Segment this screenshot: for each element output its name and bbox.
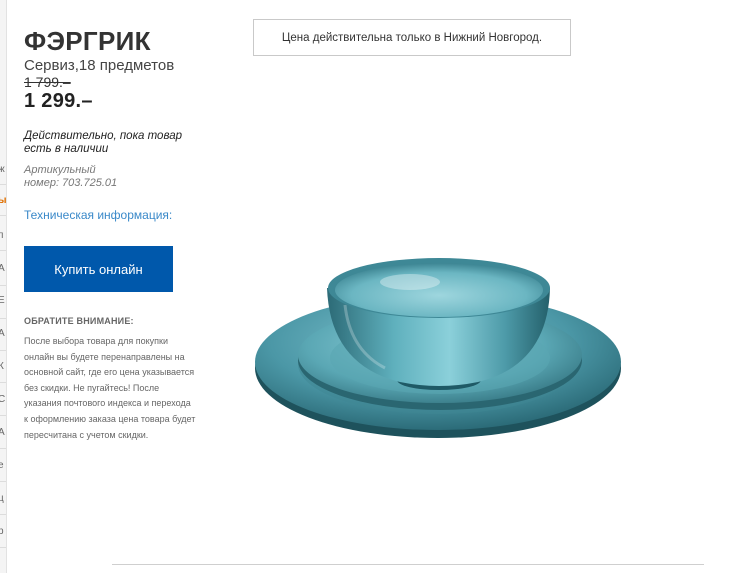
- sidebar-divider: [0, 514, 6, 515]
- product-info-panel: ФЭРГРИК Сервиз,18 предметов 1 799.– 1 29…: [24, 26, 204, 443]
- notice-title: ОБРАТИТЕ ВНИМАНИЕ:: [24, 316, 134, 326]
- sidebar-divider: [0, 285, 6, 286]
- article-label: Артикульный: [24, 164, 96, 176]
- sidebar-item[interactable]: п: [0, 231, 3, 241]
- technical-info-link[interactable]: Техническая информация:: [24, 208, 172, 222]
- sidebar-divider: [0, 215, 6, 216]
- notice-body: После выбора товара для покупки онлайн в…: [24, 336, 196, 440]
- sidebar-divider: [0, 448, 6, 449]
- article-value: номер: 703.725.01: [24, 177, 118, 189]
- sidebar-item[interactable]: А: [0, 428, 5, 438]
- section-divider: [112, 564, 704, 565]
- sidebar-item[interactable]: Е: [0, 296, 5, 306]
- sidebar-divider: [0, 184, 6, 185]
- sidebar-item[interactable]: А: [0, 329, 5, 339]
- sidebar-edge: ж ы п А Е А К С А е ц р: [0, 0, 7, 573]
- sidebar-divider: [0, 481, 6, 482]
- article-number: Артикульный номер: 703.725.01: [24, 164, 204, 190]
- sidebar-divider: [0, 250, 6, 251]
- sidebar-item[interactable]: е: [0, 461, 4, 471]
- sidebar-item-active[interactable]: ы: [0, 196, 7, 206]
- sidebar-item[interactable]: ж: [0, 165, 5, 175]
- product-type: Сервиз,18 предметов: [24, 57, 175, 74]
- sidebar-item[interactable]: С: [0, 395, 5, 405]
- sidebar-divider: [0, 350, 6, 351]
- sidebar-item[interactable]: ц: [0, 494, 4, 504]
- availability-note: Действительно, пока товар есть в наличии: [24, 130, 182, 155]
- sidebar-item[interactable]: К: [0, 362, 4, 372]
- sidebar-divider: [0, 547, 6, 548]
- buy-online-button[interactable]: Купить онлайн: [24, 246, 173, 292]
- sidebar-divider: [0, 415, 6, 416]
- price-region-note: Цена действительна только в Нижний Новго…: [253, 19, 571, 56]
- new-price: 1 299.–: [24, 90, 93, 112]
- product-image[interactable]: [250, 240, 640, 460]
- sidebar-divider: [0, 382, 6, 383]
- product-name: ФЭРГРИК: [24, 26, 151, 56]
- sidebar-divider: [0, 318, 6, 319]
- sidebar-item[interactable]: А: [0, 264, 5, 274]
- sidebar-item[interactable]: р: [0, 527, 4, 537]
- old-price: 1 799.–: [24, 74, 71, 90]
